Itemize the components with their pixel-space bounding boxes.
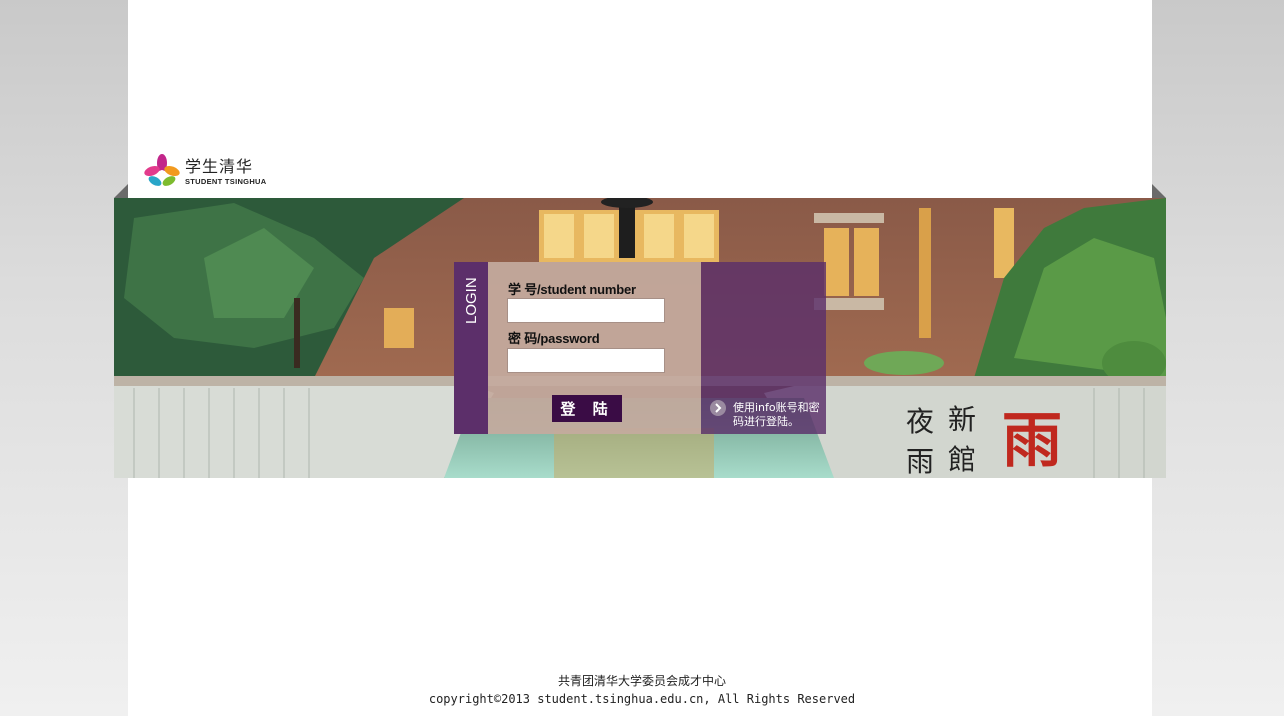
banner-fold-right: [1152, 184, 1166, 198]
password-label: 密 码/password: [508, 331, 600, 346]
calligraphy-char: 新: [948, 403, 977, 436]
logo-name-cn: 学生清华: [185, 156, 254, 176]
login-tab-text: LOGIN: [463, 277, 480, 324]
svg-text:LOGIN: LOGIN: [463, 277, 480, 324]
calligraphy-large-char: 雨: [1002, 406, 1062, 476]
password-input[interactable]: [507, 348, 665, 373]
login-submit-button[interactable]: 登 陆: [552, 395, 622, 422]
calligraphy-char: 雨: [906, 445, 935, 478]
chevron-right-icon: [710, 400, 726, 416]
flower-logo-icon: [144, 154, 180, 186]
login-tab: LOGIN: [454, 262, 488, 434]
footer-organization: 共青团清华大学委员会成才中心: [557, 674, 726, 688]
student-number-label: 学 号/student number: [508, 282, 636, 297]
login-hint-text: 使用info账号和密码进行登陆。: [733, 401, 820, 428]
banner-fold-left: [114, 184, 128, 198]
footer-copyright: copyright©2013 student.tsinghua.edu.cn, …: [428, 692, 856, 706]
student-number-input[interactable]: [507, 298, 665, 323]
site-logo[interactable]: 学生清华 STUDENT TSINGHUA: [143, 153, 266, 191]
logo-name-en: STUDENT TSINGHUA: [185, 176, 267, 186]
calligraphy-char: 夜: [906, 405, 935, 438]
calligraphy-char: 館: [948, 443, 977, 476]
